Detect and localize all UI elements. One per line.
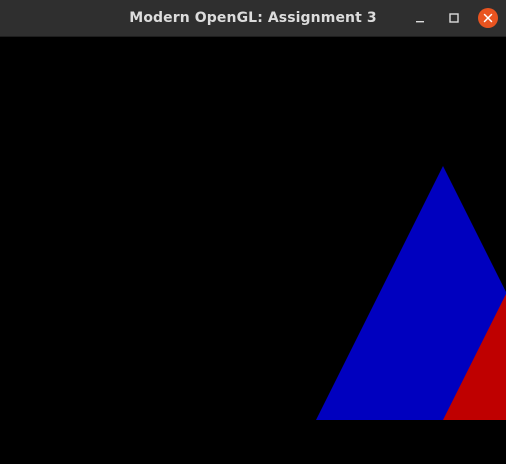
minimize-button[interactable]: [410, 8, 430, 28]
maximize-button[interactable]: [444, 8, 464, 28]
window-title: Modern OpenGL: Assignment 3: [129, 10, 377, 26]
window-controls: [396, 8, 498, 28]
title-bar[interactable]: Modern OpenGL: Assignment 3: [0, 0, 506, 37]
close-button[interactable]: [478, 8, 498, 28]
close-icon: [483, 13, 493, 23]
gl-render-canvas[interactable]: [0, 37, 506, 464]
app-window: Modern OpenGL: Assignment 3: [0, 0, 506, 464]
maximize-icon: [449, 13, 459, 23]
minimize-icon: [415, 13, 425, 23]
